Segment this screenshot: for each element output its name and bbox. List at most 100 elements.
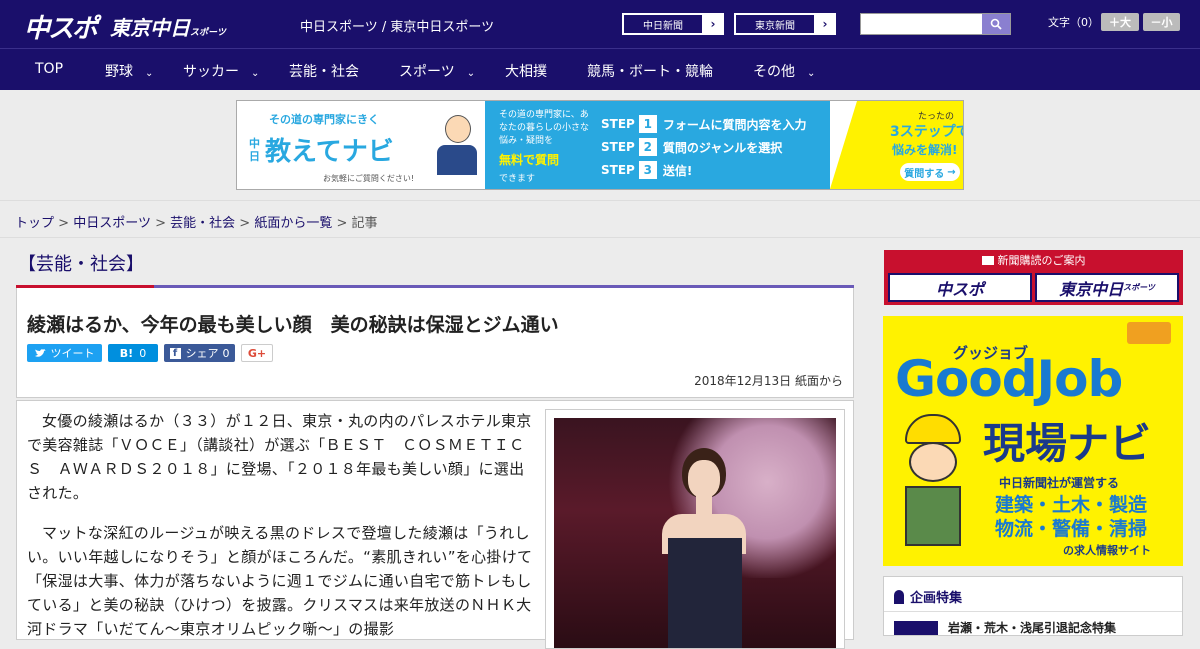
- banner-step: STEP 2 質問のジャンルを選択: [601, 138, 782, 156]
- chuspo-logo[interactable]: 中スポ: [24, 8, 98, 45]
- nav-item-top[interactable]: TOP: [35, 61, 63, 77]
- banner-cta[interactable]: 質問する →: [900, 163, 960, 181]
- breadcrumb-separator: >: [239, 216, 251, 231]
- twitter-icon: [34, 348, 46, 357]
- search-input[interactable]: [863, 15, 981, 33]
- tokyo-shimbun-label: 東京新聞: [735, 14, 815, 34]
- step-text: 質問のジャンルを選択: [662, 140, 783, 155]
- feature-thumb: [894, 620, 938, 635]
- tokyo-chunichi-logo-text: 東京中日: [110, 16, 190, 40]
- goodjob-ad[interactable]: グッジョブ GoodJob 現場ナビ 中日新聞社が運営する 建築・土木・製造 物…: [883, 316, 1183, 566]
- chevron-down-icon: ⌄: [145, 68, 154, 79]
- banner-brand: 教えてナビ: [265, 137, 394, 167]
- feature-box: 企画特集 岩瀬・荒木・浅尾引退記念特集: [883, 576, 1183, 636]
- step-number: 3: [638, 161, 657, 179]
- ribbon-icon: [894, 589, 904, 604]
- banner-brand-small: 中日: [249, 137, 260, 163]
- arrow-right-icon: →: [947, 166, 956, 178]
- breadcrumb-link-chunichi-sports[interactable]: 中日スポーツ: [73, 216, 151, 231]
- search-icon: [990, 18, 1002, 30]
- ad-fields-1: 建築・土木・製造: [995, 494, 1148, 516]
- banner-brand-area: その道の専門家にきく 中日 教えてナビ お気軽にご質問ください!: [237, 101, 485, 189]
- banner-right-tail: 悩みを解消!: [892, 143, 958, 157]
- font-size-up-button[interactable]: ＋大: [1101, 13, 1139, 31]
- breadcrumb-separator: >: [336, 216, 348, 231]
- subscribe-tokyo-chunichi-small: スポーツ: [1123, 283, 1155, 292]
- feature-title: 企画特集: [910, 591, 963, 606]
- nav-item-label: スポーツ: [399, 64, 455, 80]
- subscribe-tokyo-chunichi-button[interactable]: 東京中日 スポーツ: [1035, 273, 1179, 302]
- article-title: 綾瀬はるか、今年の最も美しい顔 美の秘訣は保湿とジム通い: [27, 314, 559, 336]
- newspaper-icon: [981, 256, 994, 265]
- nav-item-sports[interactable]: スポーツ ⌄: [399, 61, 475, 81]
- hatena-bookmark-button[interactable]: B! 0: [108, 344, 158, 362]
- breadcrumb-link-top[interactable]: トップ: [15, 216, 54, 231]
- ad-tail: の求人情報サイト: [1063, 544, 1151, 557]
- nav-item-label: 野球: [105, 64, 133, 80]
- nav-item-label: 大相撲: [505, 64, 547, 80]
- gplus-icon: G+: [247, 346, 267, 360]
- font-size-down-button[interactable]: －小: [1143, 13, 1180, 31]
- truck-icon: [1127, 322, 1171, 344]
- step-label: STEP: [601, 140, 635, 154]
- breadcrumb: トップ > 中日スポーツ > 芸能・社会 > 紙面から一覧 > 記事: [15, 212, 378, 231]
- nav-item-entertainment[interactable]: 芸能・社会: [289, 61, 359, 81]
- banner-tagline: その道の専門家にきく: [269, 113, 379, 126]
- chevron-down-icon: ⌄: [466, 68, 476, 79]
- top-bar: 中スポ 東京中日スポーツ 中日スポーツ / 東京中日スポーツ 中日新聞 › 東京…: [0, 0, 1200, 48]
- nav-item-baseball[interactable]: 野球 ⌄: [105, 61, 153, 81]
- banner-step: STEP 3 送信!: [601, 161, 692, 179]
- person-figure: [654, 448, 764, 648]
- feature-item-label: 岩瀬・荒木・浅尾引退記念特集: [948, 621, 1117, 635]
- nav-item-label: サッカー: [183, 64, 239, 80]
- site-names: 中日スポーツ / 東京中日スポーツ: [300, 20, 495, 35]
- subscription-header-label: 新聞購読のご案内: [997, 254, 1086, 267]
- subscribe-tokyo-chunichi-label: 東京中日: [1059, 279, 1124, 299]
- step-number: 2: [638, 138, 657, 156]
- ad-fields-2: 物流・警備・清掃: [995, 518, 1148, 540]
- nav-item-other[interactable]: その他 ⌄: [753, 61, 815, 81]
- chevron-down-icon: ⌄: [807, 68, 816, 79]
- subscribe-chuspo-button[interactable]: 中スポ: [888, 273, 1032, 302]
- subscription-box: 新聞購読のご案内 中スポ 東京中日 スポーツ: [884, 250, 1183, 305]
- gplus-button[interactable]: G+: [241, 344, 273, 362]
- tokyo-chunichi-logo[interactable]: 東京中日スポーツ: [110, 12, 226, 41]
- subscription-header: 新聞購読のご案内: [886, 252, 1181, 270]
- article-photo-frame: [545, 409, 845, 649]
- nav-item-soccer[interactable]: サッカー ⌄: [183, 61, 259, 81]
- chevron-down-icon: ⌄: [251, 68, 260, 79]
- step-number: 1: [638, 115, 657, 133]
- step-label: STEP: [601, 117, 635, 131]
- banner-steps: STEP 1 フォームに質問内容を入力 STEP 2 質問のジャンルを選択 ST…: [595, 101, 830, 189]
- chevron-right-icon: ›: [822, 17, 828, 31]
- chevron-right-icon: ›: [710, 17, 716, 31]
- step-text: フォームに質問内容を入力: [662, 117, 807, 132]
- feature-header: 企画特集: [894, 587, 962, 606]
- oshiete-navi-banner[interactable]: その道の専門家にきく 中日 教えてナビ お気軽にご質問ください! その道の専門家…: [236, 100, 964, 190]
- hatena-count: 0: [139, 346, 147, 360]
- breadcrumb-link-entertainment[interactable]: 芸能・社会: [170, 216, 235, 231]
- font-size-label: 文字（0）: [1048, 16, 1099, 29]
- banner-note: お気軽にご質問ください!: [323, 174, 415, 183]
- hatena-icon: B!: [119, 346, 134, 360]
- facebook-share-button[interactable]: f シェア 0: [164, 344, 235, 362]
- breadcrumb-current: 記事: [351, 216, 378, 231]
- tokyo-chunichi-logo-small: スポーツ: [190, 28, 226, 38]
- banner-cta-label: 質問する: [904, 168, 945, 180]
- article-photo[interactable]: [554, 418, 836, 648]
- search-button[interactable]: [982, 14, 1010, 34]
- nav-item-racing[interactable]: 競馬・ボート・競輪: [587, 61, 713, 81]
- breadcrumb-bar: トップ > 中日スポーツ > 芸能・社会 > 紙面から一覧 > 記事: [0, 200, 1200, 238]
- article-date: 2018年12月13日 紙面から: [694, 374, 843, 388]
- banner-middle: その道の専門家に、あなたの暮らしの小さな悩み・疑問を 無料で質問 できます: [485, 101, 595, 189]
- facebook-icon: f: [169, 347, 181, 359]
- chunichi-shimbun-link[interactable]: 中日新聞 ›: [622, 13, 724, 35]
- step-text: 送信!: [662, 163, 693, 178]
- tokyo-shimbun-link[interactable]: 東京新聞 ›: [734, 13, 836, 35]
- feature-item[interactable]: 岩瀬・荒木・浅尾引退記念特集: [894, 619, 1116, 636]
- nav-item-sumo[interactable]: 大相撲: [505, 61, 547, 81]
- breadcrumb-link-paper-list[interactable]: 紙面から一覧: [254, 216, 332, 231]
- person-illustration: [437, 115, 477, 175]
- tweet-button[interactable]: ツイート: [27, 344, 102, 362]
- search-box: [860, 13, 1011, 35]
